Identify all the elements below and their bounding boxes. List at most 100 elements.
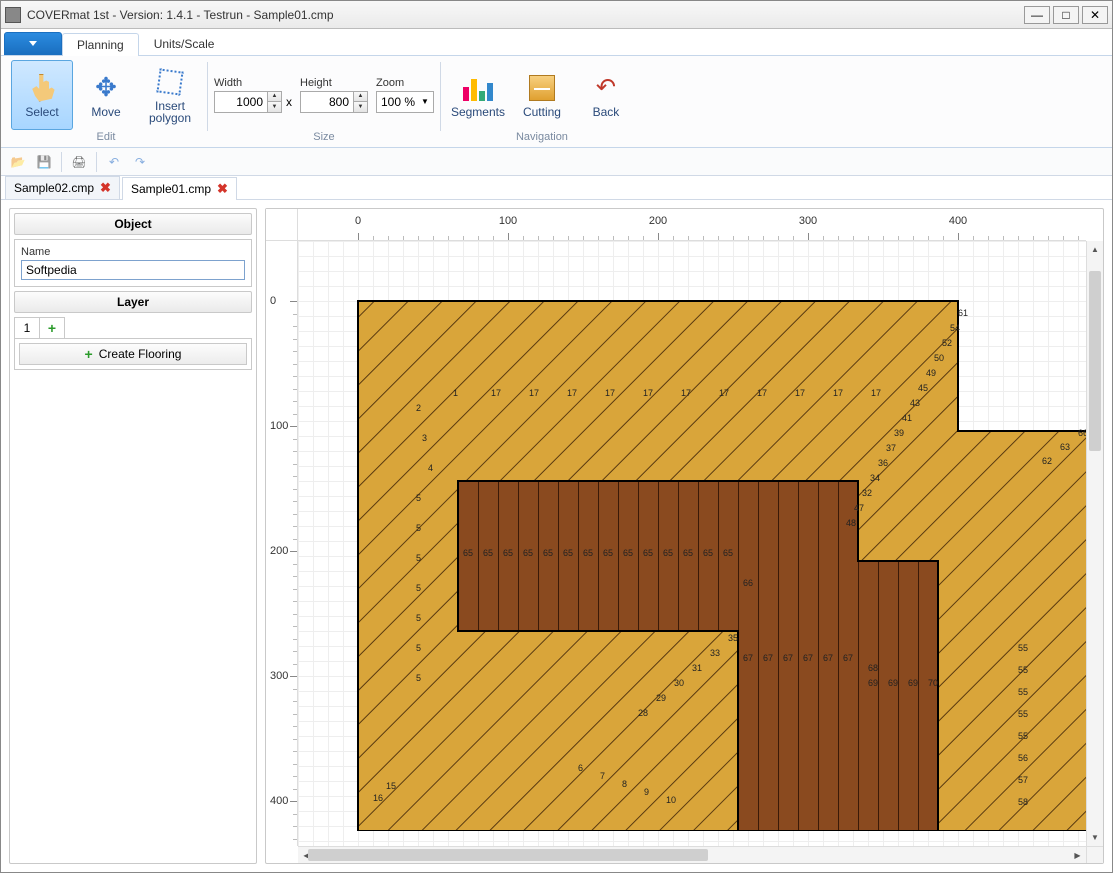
move-button[interactable]: ✥ Move (75, 60, 137, 130)
scroll-thumb-h[interactable] (308, 849, 708, 861)
select-button[interactable]: Select (11, 60, 73, 130)
width-spinner[interactable]: ▲▼ (214, 91, 282, 113)
zoom-dropdown[interactable]: 100 % ▼ (376, 91, 434, 113)
svg-text:62: 62 (1042, 456, 1052, 466)
svg-text:65: 65 (583, 548, 593, 558)
width-input[interactable] (215, 92, 267, 112)
group-label-edit: Edit (97, 131, 116, 147)
svg-text:4: 4 (428, 463, 433, 473)
height-spinner[interactable]: ▲▼ (300, 91, 368, 113)
create-flooring-button[interactable]: + Create Flooring (19, 343, 247, 365)
save-icon[interactable]: 💾 (33, 151, 55, 173)
svg-text:50: 50 (934, 353, 944, 363)
svg-text:66: 66 (743, 578, 753, 588)
select-button-label: Select (25, 106, 58, 118)
horizontal-scrollbar[interactable]: ◀ ▶ (298, 846, 1086, 863)
tab-planning[interactable]: Planning (62, 33, 139, 56)
close-tab-icon[interactable]: ✖ (100, 180, 111, 196)
file-menu-button[interactable] (4, 32, 62, 55)
svg-text:61: 61 (958, 308, 968, 318)
ribbon: Select ✥ Move Insert polygon Edit Width … (1, 56, 1112, 148)
svg-text:52: 52 (942, 338, 952, 348)
svg-text:69: 69 (868, 678, 878, 688)
width-up[interactable]: ▲ (267, 92, 281, 102)
close-button[interactable]: ✕ (1082, 6, 1108, 24)
svg-text:5: 5 (416, 583, 421, 593)
group-label-navigation: Navigation (516, 131, 568, 147)
svg-text:48: 48 (846, 518, 856, 528)
print-icon[interactable]: 🖨 (68, 151, 90, 173)
svg-text:10: 10 (666, 795, 676, 805)
insert-polygon-button[interactable]: Insert polygon (139, 60, 201, 130)
svg-text:67: 67 (823, 653, 833, 663)
dimension-x: x (286, 95, 292, 109)
segments-button[interactable]: Segments (447, 60, 509, 130)
doc-tab-sample02[interactable]: Sample02.cmp ✖ (5, 176, 120, 199)
scroll-thumb-v[interactable] (1089, 271, 1101, 451)
height-down[interactable]: ▼ (353, 102, 367, 112)
cutting-button[interactable]: Cutting (511, 60, 573, 130)
layer-tabs: 1 + (14, 317, 252, 339)
svg-text:55: 55 (1018, 643, 1028, 653)
svg-text:5: 5 (416, 613, 421, 623)
svg-text:16: 16 (373, 793, 383, 803)
object-panel: Name (14, 239, 252, 287)
svg-text:45: 45 (918, 383, 928, 393)
workspace: Object Name Layer 1 + + Create Flooring … (1, 200, 1112, 872)
svg-text:66: 66 (1078, 428, 1086, 438)
layer-tab-1[interactable]: 1 (14, 317, 40, 338)
redo-icon[interactable]: ↷ (129, 151, 151, 173)
width-down[interactable]: ▼ (267, 102, 281, 112)
back-button[interactable]: ↶ Back (575, 60, 637, 130)
drawing-canvas[interactable]: 1171717171717171717171723455555551615615… (298, 241, 1086, 846)
svg-text:65: 65 (463, 548, 473, 558)
add-layer-button[interactable]: + (39, 317, 65, 338)
svg-text:5: 5 (416, 523, 421, 533)
undo-icon[interactable]: ↶ (103, 151, 125, 173)
open-icon[interactable]: 📂 (7, 151, 29, 173)
svg-text:68: 68 (868, 663, 878, 673)
height-label: Height (300, 77, 368, 89)
height-input[interactable] (301, 92, 353, 112)
svg-text:55: 55 (1018, 687, 1028, 697)
scroll-up-arrow[interactable]: ▲ (1087, 241, 1103, 258)
svg-text:55: 55 (1018, 665, 1028, 675)
create-flooring-label: Create Flooring (99, 347, 182, 361)
back-label: Back (593, 106, 620, 118)
document-tabs: Sample02.cmp ✖ Sample01.cmp ✖ (1, 176, 1112, 200)
ruler-top: 0100200300400500 (266, 209, 1103, 241)
vertical-scrollbar[interactable]: ▲ ▼ (1086, 241, 1103, 846)
minimize-button[interactable]: — (1024, 6, 1050, 24)
svg-text:63: 63 (1060, 442, 1070, 452)
titlebar: COVERmat 1st - Version: 1.4.1 - Testrun … (1, 1, 1112, 29)
scroll-right-arrow[interactable]: ▶ (1069, 847, 1086, 863)
width-label: Width (214, 77, 292, 89)
name-input[interactable] (21, 260, 245, 280)
svg-text:17: 17 (719, 388, 729, 398)
svg-text:36: 36 (878, 458, 888, 468)
doc-tab-sample01[interactable]: Sample01.cmp ✖ (122, 177, 237, 200)
height-up[interactable]: ▲ (353, 92, 367, 102)
maximize-button[interactable]: □ (1053, 6, 1079, 24)
svg-text:5: 5 (416, 493, 421, 503)
tab-units-scale[interactable]: Units/Scale (139, 32, 230, 55)
cutting-label: Cutting (523, 106, 561, 118)
layer-panel: 1 + + Create Flooring (14, 317, 252, 370)
svg-text:65: 65 (523, 548, 533, 558)
zoom-label: Zoom (376, 77, 434, 89)
segments-label: Segments (451, 106, 505, 118)
svg-text:17: 17 (681, 388, 691, 398)
layer-header: Layer (14, 291, 252, 313)
svg-text:39: 39 (894, 428, 904, 438)
svg-text:47: 47 (854, 503, 864, 513)
svg-text:41: 41 (902, 413, 912, 423)
svg-text:34: 34 (870, 473, 880, 483)
svg-text:65: 65 (603, 548, 613, 558)
svg-text:37: 37 (886, 443, 896, 453)
close-tab-icon[interactable]: ✖ (217, 181, 228, 197)
svg-text:17: 17 (605, 388, 615, 398)
scroll-down-arrow[interactable]: ▼ (1087, 829, 1103, 846)
svg-text:65: 65 (643, 548, 653, 558)
left-panel: Object Name Layer 1 + + Create Flooring (9, 208, 257, 864)
svg-text:3: 3 (422, 433, 427, 443)
